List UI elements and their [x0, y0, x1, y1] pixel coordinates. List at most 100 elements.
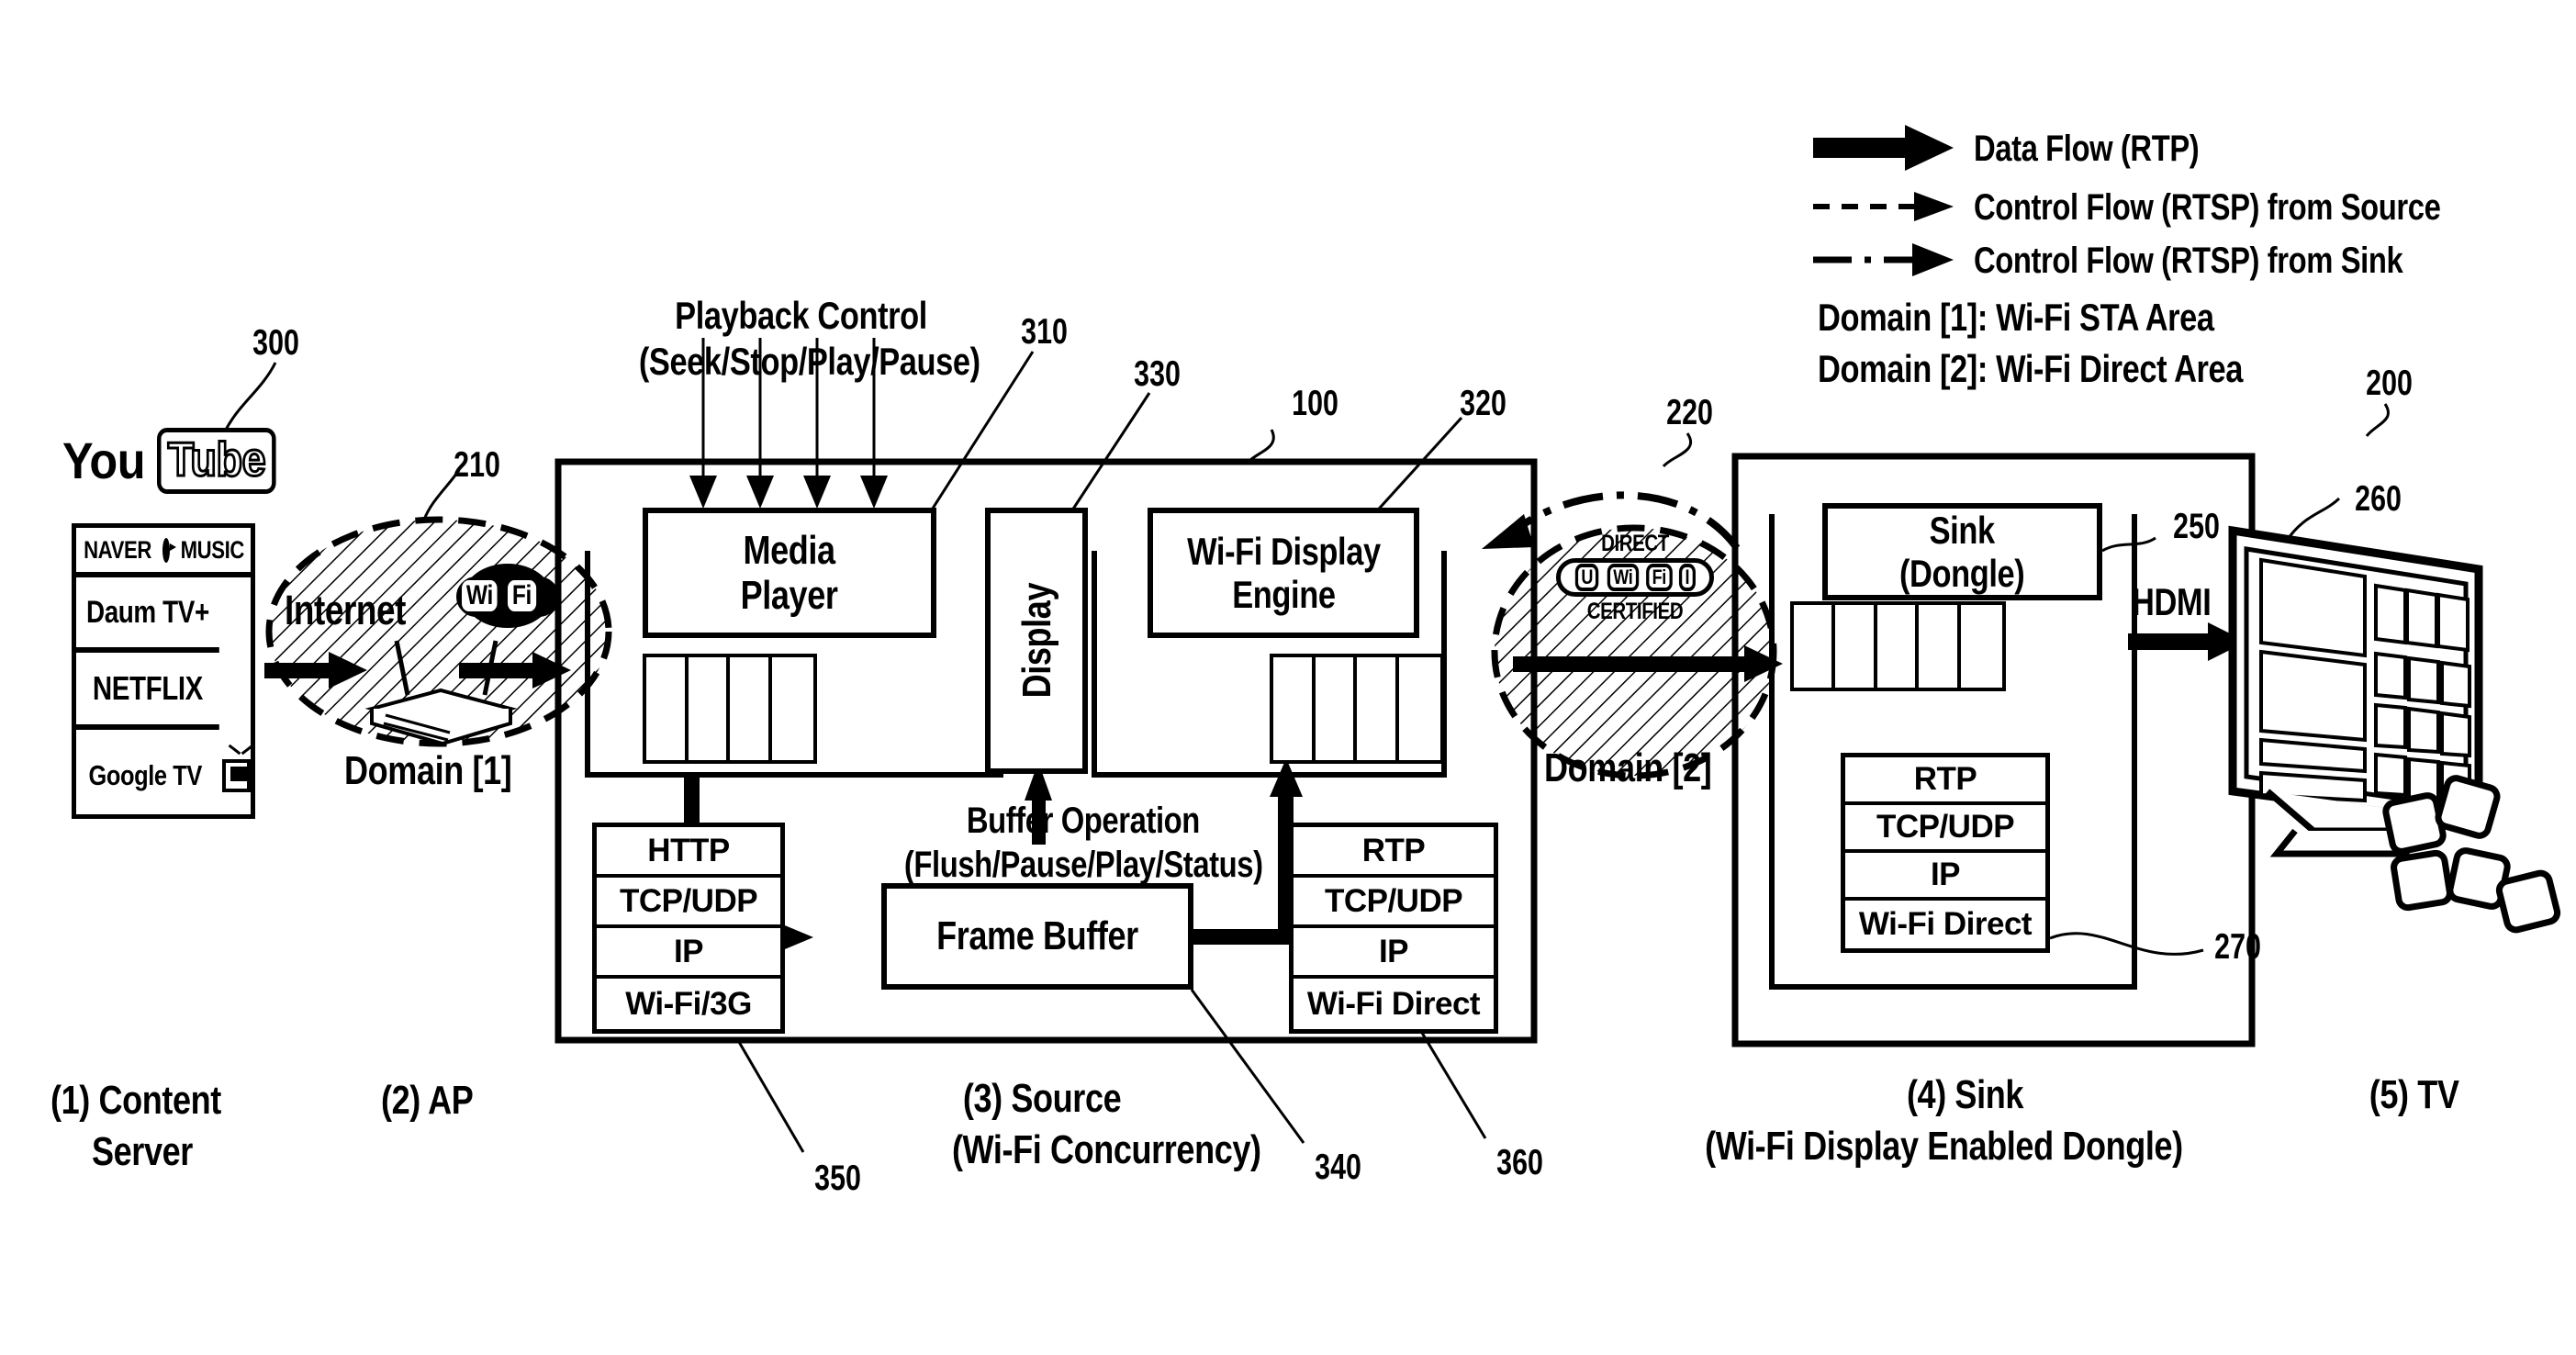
buffer-cell — [689, 657, 730, 760]
ref-350: 350 — [814, 1159, 861, 1198]
buffer-cell — [1357, 657, 1399, 760]
buffer-cell — [1877, 605, 1920, 688]
service-item-googletv: Google TV — [76, 730, 253, 822]
caption-content-server-line2: Server — [92, 1129, 193, 1174]
media-player-box: Media Player — [643, 508, 936, 638]
source-stack-left: HTTP TCP/UDP IP Wi-Fi/3G — [592, 823, 785, 1034]
youtube-logo-you: You — [62, 431, 146, 489]
wifi-direct-certified-badge: DIRECT U Wi Fi I CERTIFIED — [1551, 531, 1719, 633]
stack-layer-tcpudp: TCP/UDP — [1845, 805, 2045, 853]
buffer-cell — [1316, 657, 1357, 760]
legend-label-data-flow: Data Flow (RTP) — [1974, 129, 2200, 169]
frame-buffer-box: Frame Buffer — [881, 883, 1193, 990]
ref-260: 260 — [2355, 479, 2402, 519]
sink-dongle-line2: (Dongle) — [1899, 552, 2025, 595]
leader-100 — [1247, 429, 1275, 464]
service-item-netflix: NETFLIX — [76, 653, 219, 730]
leader-260 — [2284, 497, 2341, 543]
ref-220: 220 — [1666, 393, 1713, 432]
sink-buffer-cells — [1790, 601, 2006, 691]
music-label: MUSIC — [180, 535, 244, 564]
leader-270 — [2049, 932, 2204, 956]
caption-source-line2: (Wi-Fi Concurrency) — [951, 1127, 1261, 1172]
media-player-line1: Media — [743, 527, 836, 573]
ref-210: 210 — [454, 445, 500, 485]
patent-figure: Data Flow (RTP) Control Flow (RTSP) from… — [0, 0, 2576, 1355]
stack-layer-wifidirect: Wi-Fi Direct — [1306, 985, 1481, 1022]
caption-content-server-line1: (1) Content — [50, 1078, 221, 1123]
domain1-label: Domain [1] — [344, 748, 512, 793]
legend-domain1-note: Domain [1]: Wi-Fi STA Area — [1818, 296, 2214, 339]
sink-dongle-box: Sink (Dongle) — [1822, 503, 2102, 600]
badge-direct-text: DIRECT — [1601, 531, 1669, 556]
playback-control-line1: Playback Control — [675, 294, 927, 337]
frame-buffer-label: Frame Buffer — [936, 913, 1138, 959]
ref-300: 300 — [252, 323, 299, 363]
sink-dongle-line1: Sink — [1929, 508, 1996, 552]
legend-label-control-from-sink: Control Flow (RTSP) from Sink — [1974, 241, 2403, 281]
buffer-cell — [1273, 657, 1316, 760]
stack-layer-tcpudp: TCP/UDP — [1294, 878, 1494, 928]
wfd-engine-buffer-cells — [1270, 654, 1444, 764]
leader-340 — [1190, 989, 1305, 1144]
stack-layer-rtp: RTP — [1845, 757, 2045, 805]
wifi-logo-badge: Wi Fi — [456, 560, 559, 632]
caption-tv: (5) TV — [2369, 1072, 2459, 1117]
legend-label-control-from-source: Control Flow (RTSP) from Source — [1974, 187, 2441, 228]
buffer-cell — [1919, 605, 1961, 688]
hdmi-label: HDMI — [2132, 580, 2212, 623]
internet-label: Internet — [285, 587, 407, 633]
tv-illustration — [2228, 525, 2561, 934]
wfd-engine-line2: Engine — [1231, 573, 1336, 616]
badge-seg-wi: Wi — [1607, 564, 1639, 591]
legend-domain2-note: Domain [2]: Wi-Fi Direct Area — [1818, 347, 2244, 390]
buffer-operation-line1: Buffer Operation — [966, 801, 1200, 841]
buffer-cell — [646, 657, 689, 760]
caption-source-line1: (3) Source — [962, 1076, 1122, 1121]
display-box: Display — [985, 508, 1088, 774]
service-item-daum: Daum TV+ — [76, 577, 219, 653]
badge-seg-i: I — [1678, 564, 1696, 591]
wifi-display-engine-box: Wi-Fi Display Engine — [1148, 508, 1419, 638]
ref-100: 100 — [1292, 384, 1338, 423]
stack-layer-tcpudp: TCP/UDP — [597, 878, 780, 928]
buffer-cell — [1399, 657, 1441, 760]
display-label: Display — [1014, 583, 1059, 699]
content-services-box: NAVER MUSIC Daum TV+ NETFLIX Google TV — [72, 523, 255, 819]
wfd-engine-line1: Wi-Fi Display — [1186, 529, 1381, 573]
stack-layer-rtp: RTP — [1294, 827, 1494, 878]
ref-360: 360 — [1496, 1143, 1543, 1182]
wifi-badge-fi: Fi — [508, 580, 537, 611]
ref-330: 330 — [1134, 354, 1181, 394]
youtube-logo-tube: Tube — [157, 428, 277, 495]
ref-250: 250 — [2173, 507, 2220, 546]
leader-220 — [1662, 432, 1693, 468]
media-player-line2: Player — [741, 573, 838, 618]
caption-ap: (2) AP — [381, 1078, 474, 1123]
naver-label: NAVER — [83, 535, 151, 564]
buffer-cell — [1961, 605, 2002, 688]
wifi-badge-wi: Wi — [462, 580, 498, 611]
leader-200 — [2365, 403, 2390, 437]
legend-icon-control-from-source — [1813, 192, 1954, 221]
ref-270: 270 — [2214, 927, 2261, 967]
leader-300 — [223, 362, 277, 432]
leader-350 — [737, 1041, 805, 1153]
playback-control-line2: (Seek/Stop/Play/Pause) — [638, 340, 980, 383]
badge-certified-text: CERTIFIED — [1586, 599, 1684, 624]
buffer-operation-line2: (Flush/Pause/Play/Status) — [903, 845, 1263, 885]
media-player-buffer-cells — [643, 654, 817, 764]
service-item-naver: NAVER MUSIC — [76, 528, 251, 577]
legend-icon-data-flow — [1813, 125, 1954, 171]
ref-200: 200 — [2366, 364, 2413, 403]
sink-stack: RTP TCP/UDP IP Wi-Fi Direct — [1841, 753, 2050, 953]
stack-layer-wifidirect: Wi-Fi Direct — [1858, 906, 2033, 943]
ref-340: 340 — [1315, 1148, 1361, 1187]
stack-layer-ip: IP — [597, 928, 780, 979]
badge-capsule: U Wi Fi I — [1556, 558, 1714, 597]
domain2-label: Domain [2] — [1544, 745, 1712, 790]
buffer-cell — [1835, 605, 1877, 688]
caption-sink-line1: (4) Sink — [1906, 1072, 2023, 1117]
tv-set-icon — [221, 744, 253, 792]
caption-sink-line2: (Wi-Fi Display Enabled Dongle) — [1705, 1124, 2183, 1169]
